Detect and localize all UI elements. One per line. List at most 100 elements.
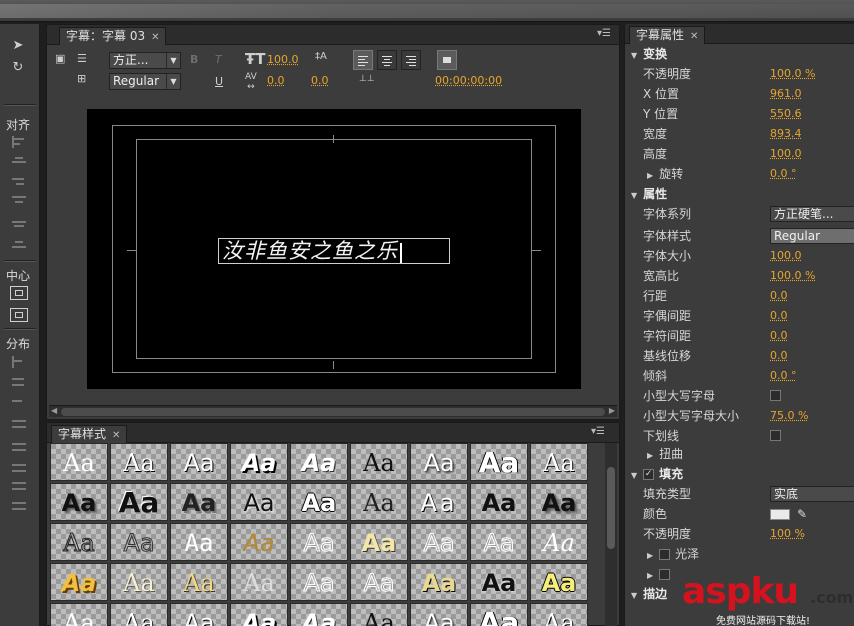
collapse-triangle-icon[interactable]: ▼ <box>631 186 637 206</box>
title-style-swatch[interactable]: Aa <box>50 563 108 601</box>
distribute-top-icon[interactable] <box>12 420 26 432</box>
slant-value[interactable]: 0.0 ° <box>770 366 797 386</box>
title-style-swatch[interactable]: Aa <box>230 563 288 601</box>
properties-section[interactable]: ▼ 属性 <box>625 184 854 204</box>
fill-section[interactable]: ▼ ✓ 填充 <box>625 464 854 484</box>
aspect-value[interactable]: 100.0 % <box>770 266 815 286</box>
font-style-dropdown[interactable]: Regular ▼ <box>109 73 181 90</box>
fill-type-dropdown[interactable]: 实底 <box>770 486 854 502</box>
title-style-swatch[interactable]: Aa <box>470 443 528 481</box>
tab-title-styles[interactable]: 字幕样式 ✕ <box>51 425 128 443</box>
baseline-value[interactable]: 0.0 <box>770 346 788 366</box>
tab-title-03[interactable]: 字幕：字幕 03 ✕ <box>59 27 167 45</box>
title-style-swatch[interactable]: Aa <box>50 443 108 481</box>
title-style-swatch[interactable]: Aa <box>110 603 168 626</box>
expand-triangle-icon[interactable]: ▶ <box>647 446 653 466</box>
canvas-horizontal-scrollbar[interactable]: ◀ ▶ <box>49 405 617 417</box>
distribute-bottom-icon[interactable] <box>12 460 26 472</box>
expand-triangle-icon[interactable]: ▶ <box>647 546 653 566</box>
title-style-swatch[interactable]: Aa <box>50 603 108 626</box>
title-style-swatch[interactable]: Aa <box>350 603 408 626</box>
roll-crawl-icon[interactable]: ☰ <box>77 52 87 65</box>
close-icon[interactable]: ✕ <box>151 32 159 43</box>
show-background-video-button[interactable] <box>437 50 457 70</box>
tab-title-properties[interactable]: 字幕属性 ✕ <box>629 26 706 44</box>
title-style-swatch[interactable]: Aa <box>170 523 228 561</box>
italic-icon[interactable]: T <box>215 53 222 66</box>
close-icon[interactable]: ✕ <box>690 31 698 42</box>
title-style-swatch[interactable]: Aa <box>470 483 528 521</box>
title-style-swatch[interactable]: Aa <box>50 483 108 521</box>
kerning-value[interactable]: 0.0 <box>770 306 788 326</box>
timecode-value[interactable]: 00:00:00:00 <box>435 74 502 87</box>
font-family-dropdown[interactable]: 方正... ▼ <box>109 52 181 69</box>
font-family-dropdown[interactable]: 方正硬笔... <box>770 206 854 222</box>
panel-menu-icon[interactable]: ▾☰ <box>597 28 611 39</box>
leading-value[interactable]: 0.0 <box>770 286 788 306</box>
center-horizontal-icon[interactable] <box>10 286 28 300</box>
title-style-swatch[interactable]: Aa <box>50 523 108 561</box>
eyedropper-icon[interactable]: ✎ <box>797 504 807 524</box>
title-style-swatch[interactable]: Aa <box>530 483 588 521</box>
scrollbar-thumb[interactable] <box>607 467 615 549</box>
align-top-icon[interactable] <box>12 196 26 208</box>
align-right-icon[interactable] <box>12 176 26 188</box>
expand-triangle-icon[interactable]: ▶ <box>647 566 653 586</box>
title-style-swatch[interactable]: Aa <box>470 563 528 601</box>
close-icon[interactable]: ✕ <box>112 430 120 441</box>
panel-menu-icon[interactable]: ▾☰ <box>591 426 605 437</box>
title-canvas[interactable]: 汝非鱼安之鱼之乐 <box>87 109 581 389</box>
align-bottom-icon[interactable] <box>12 236 26 248</box>
fill-opacity-value[interactable]: 100 % <box>770 524 805 544</box>
distribute-right-icon[interactable] <box>12 396 26 408</box>
font-size-value[interactable]: 100.0 <box>267 53 299 66</box>
align-vcenter-icon[interactable] <box>12 156 26 168</box>
title-style-swatch[interactable]: Aa <box>530 563 588 601</box>
title-text-box[interactable]: 汝非鱼安之鱼之乐 <box>218 238 450 264</box>
align-left-icon[interactable] <box>12 136 26 148</box>
title-style-swatch[interactable]: Aa <box>350 443 408 481</box>
title-style-swatch[interactable]: Aa <box>350 523 408 561</box>
font-style-dropdown[interactable]: Regular <box>770 228 854 244</box>
fill-color-swatch[interactable] <box>770 509 790 520</box>
title-style-swatch[interactable]: Aa <box>170 483 228 521</box>
title-style-swatch[interactable]: Aa <box>290 483 348 521</box>
center-vertical-icon[interactable] <box>10 308 28 322</box>
bold-icon[interactable]: B <box>190 53 198 66</box>
distribute-v-even-icon[interactable] <box>12 500 26 512</box>
selection-tool-icon[interactable]: ➤ <box>10 38 26 54</box>
distribute-h-even-icon[interactable] <box>12 480 26 492</box>
title-style-swatch[interactable]: Aa <box>410 563 468 601</box>
templates-icon[interactable]: ⊞ <box>77 72 86 85</box>
expand-triangle-icon[interactable]: ▶ <box>647 166 653 186</box>
scrollbar-thumb[interactable] <box>61 408 605 416</box>
distribute-left-icon[interactable] <box>12 356 26 368</box>
rotation-tool-icon[interactable]: ↻ <box>10 60 26 76</box>
title-style-swatch[interactable]: Aa <box>410 523 468 561</box>
collapse-triangle-icon[interactable]: ▼ <box>631 466 637 486</box>
title-style-swatch[interactable]: Aa <box>230 483 288 521</box>
small-caps-checkbox[interactable] <box>770 390 781 401</box>
title-style-swatch[interactable]: Aa <box>290 563 348 601</box>
underline-checkbox[interactable] <box>770 430 781 441</box>
title-style-swatch[interactable]: Aa <box>350 483 408 521</box>
title-style-swatch[interactable]: Aa <box>170 603 228 626</box>
title-style-swatch[interactable]: Aa <box>110 443 168 481</box>
texture-checkbox[interactable] <box>659 569 671 580</box>
underline-icon[interactable]: U <box>215 75 223 88</box>
y-position-value[interactable]: 550.6 <box>770 104 802 124</box>
title-style-swatch[interactable]: Aa <box>170 443 228 481</box>
distribute-vcenter-icon[interactable] <box>12 440 26 452</box>
collapse-triangle-icon[interactable]: ▼ <box>631 586 637 606</box>
title-style-swatch[interactable]: Aa <box>230 443 288 481</box>
title-style-swatch[interactable]: Aa <box>290 603 348 626</box>
new-title-icon[interactable]: ▣ <box>55 52 65 65</box>
title-style-swatch[interactable]: Aa <box>110 563 168 601</box>
title-style-swatch[interactable]: Aa <box>410 603 468 626</box>
title-style-swatch[interactable]: Aa <box>530 443 588 481</box>
height-value[interactable]: 100.0 <box>770 144 802 164</box>
title-style-swatch[interactable]: Aa <box>290 523 348 561</box>
distribute-center-icon[interactable] <box>12 376 26 388</box>
fill-checkbox[interactable]: ✓ <box>643 469 655 480</box>
title-style-swatch[interactable]: Aa <box>230 603 288 626</box>
